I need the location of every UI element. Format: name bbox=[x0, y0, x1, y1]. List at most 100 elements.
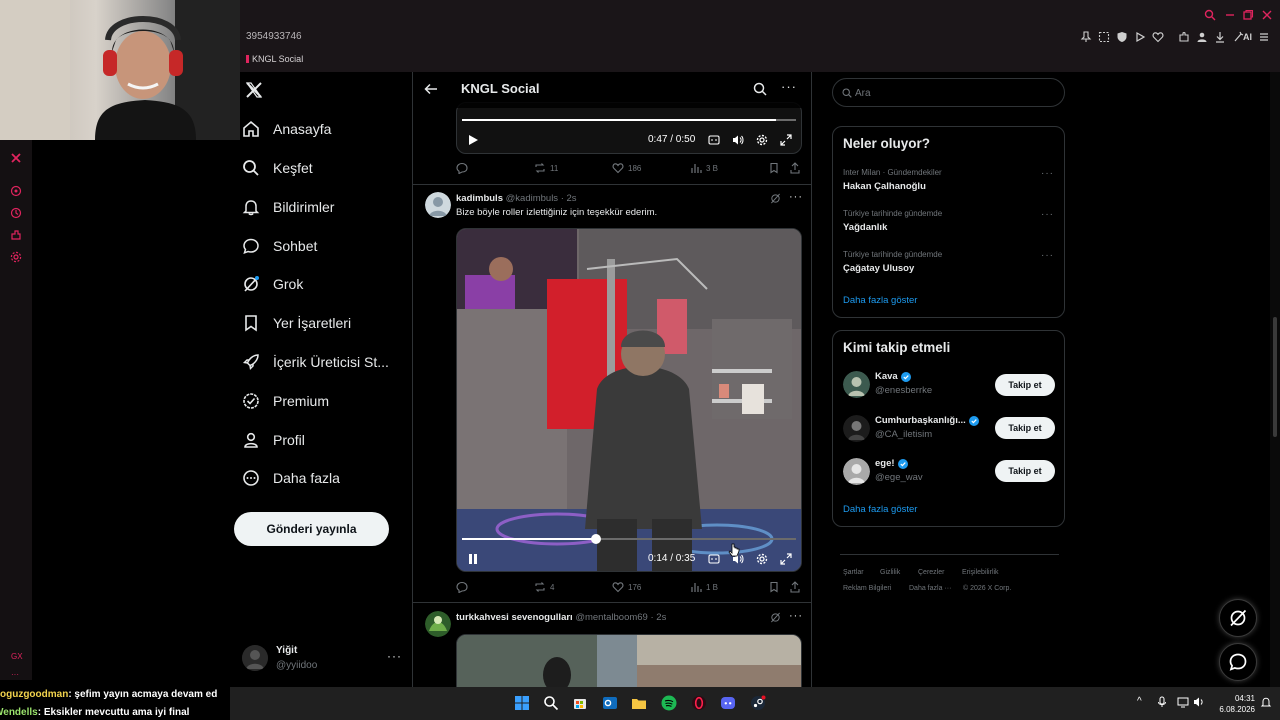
nav-chat[interactable]: Sohbet bbox=[242, 231, 317, 261]
nav-creator-studio[interactable]: İçerik Üreticisi St... bbox=[242, 347, 389, 377]
microphone-icon[interactable] bbox=[1156, 696, 1168, 708]
video-progress[interactable] bbox=[462, 119, 796, 121]
share-icon[interactable] bbox=[789, 162, 801, 174]
footer-link[interactable]: Daha fazla ··· bbox=[909, 585, 951, 592]
search-icon[interactable] bbox=[753, 82, 767, 96]
download-icon[interactable] bbox=[1214, 31, 1226, 43]
nav-home[interactable]: Anasayfa bbox=[242, 114, 331, 144]
follow-button[interactable]: Takip et bbox=[995, 374, 1055, 396]
menu-icon[interactable] bbox=[1258, 31, 1270, 43]
video-progress[interactable] bbox=[462, 538, 796, 540]
footer-link[interactable]: Reklam Bilgileri bbox=[843, 585, 891, 592]
footer-link[interactable]: Gizlilik bbox=[880, 569, 900, 576]
grok-fab-button[interactable] bbox=[1219, 599, 1257, 637]
outlook-icon[interactable] bbox=[602, 695, 618, 711]
avatar[interactable] bbox=[843, 458, 870, 485]
footer-link[interactable]: Çerezler bbox=[918, 569, 944, 576]
more-options-icon[interactable]: ··· bbox=[781, 79, 797, 94]
taskbar-search-icon[interactable] bbox=[543, 695, 559, 711]
nav-notifications[interactable]: Bildirimler bbox=[242, 192, 334, 222]
x-app-icon[interactable] bbox=[10, 152, 22, 164]
clock-date[interactable]: 6.08.2026 bbox=[1205, 705, 1255, 714]
like-button[interactable]: 176 bbox=[612, 581, 641, 593]
page-scrollbar[interactable] bbox=[1270, 72, 1280, 687]
account-more-icon[interactable]: ··· bbox=[387, 649, 402, 663]
notifications-icon[interactable] bbox=[1260, 696, 1272, 708]
who-name[interactable]: Cumhurbaşkanlığı... bbox=[875, 415, 979, 426]
chevron-up-icon[interactable]: ^ bbox=[1137, 696, 1142, 707]
tweet-more-icon[interactable]: ··· bbox=[789, 610, 803, 622]
pin-icon[interactable] bbox=[1080, 31, 1092, 43]
settings-gear-icon[interactable] bbox=[756, 134, 768, 146]
volume-icon[interactable] bbox=[732, 134, 744, 146]
messages-fab-button[interactable] bbox=[1219, 643, 1257, 681]
clock-time[interactable]: 04:31 bbox=[1215, 694, 1255, 703]
x-logo-icon[interactable] bbox=[244, 80, 264, 100]
footer-link[interactable]: Şartlar bbox=[843, 569, 864, 576]
search-field[interactable] bbox=[832, 78, 1065, 107]
bookmark-icon[interactable] bbox=[768, 581, 780, 593]
steam-icon[interactable] bbox=[750, 695, 766, 711]
store-icon[interactable] bbox=[572, 695, 588, 711]
nav-bookmarks[interactable]: Yer İşaretleri bbox=[242, 308, 351, 338]
grok-icon[interactable] bbox=[770, 612, 781, 623]
bookmark-icon[interactable] bbox=[768, 162, 780, 174]
back-arrow-icon[interactable] bbox=[424, 82, 438, 96]
shield-icon[interactable] bbox=[1116, 31, 1128, 43]
play-icon[interactable] bbox=[1134, 31, 1146, 43]
like-button[interactable]: 186 bbox=[612, 162, 641, 174]
heart-icon[interactable] bbox=[1152, 31, 1164, 43]
captions-icon[interactable] bbox=[708, 553, 720, 565]
player-icon[interactable] bbox=[10, 185, 22, 197]
who-name[interactable]: Kava bbox=[875, 371, 911, 382]
trends-show-more-link[interactable]: Daha fazla göster bbox=[843, 295, 917, 306]
rail-more-icon[interactable]: ··· bbox=[11, 670, 19, 679]
reply-button[interactable] bbox=[456, 162, 472, 174]
avatar[interactable] bbox=[843, 371, 870, 398]
tweet-author[interactable]: turkkahvesi sevenogulları @mentalboom69 … bbox=[456, 612, 666, 623]
settings-gear-icon[interactable] bbox=[756, 553, 768, 565]
search-input[interactable] bbox=[855, 85, 1055, 101]
avatar[interactable] bbox=[425, 611, 451, 637]
video-player[interactable]: 0:47 / 0:50 bbox=[456, 102, 802, 154]
play-icon[interactable] bbox=[467, 134, 479, 146]
fullscreen-icon[interactable] bbox=[780, 553, 792, 565]
retweet-button[interactable]: 11 bbox=[534, 162, 558, 174]
video-player[interactable]: 0:14 / 0:35 bbox=[456, 228, 802, 572]
post-button[interactable]: Gönderi yayınla bbox=[234, 512, 389, 546]
gx-label[interactable]: GX bbox=[11, 652, 23, 661]
nav-profile[interactable]: Profil bbox=[242, 425, 305, 455]
trend-more-icon[interactable]: ··· bbox=[1041, 168, 1054, 179]
account-icon[interactable] bbox=[1196, 31, 1208, 43]
extensions-rail-icon[interactable] bbox=[10, 229, 22, 241]
retweet-button[interactable]: 4 bbox=[534, 581, 554, 593]
maximize-icon[interactable] bbox=[1242, 9, 1254, 21]
nav-premium[interactable]: Premium bbox=[242, 386, 329, 416]
close-icon[interactable] bbox=[1261, 9, 1273, 21]
speaker-icon[interactable] bbox=[1193, 696, 1205, 708]
file-explorer-icon[interactable] bbox=[631, 695, 647, 711]
grok-icon[interactable] bbox=[770, 193, 781, 204]
spotify-icon[interactable] bbox=[661, 695, 677, 711]
trend-more-icon[interactable]: ··· bbox=[1041, 209, 1054, 220]
views-button[interactable]: 3 B bbox=[690, 162, 718, 174]
opera-gx-icon[interactable] bbox=[691, 695, 707, 711]
settings-icon[interactable] bbox=[10, 251, 22, 263]
extensions-icon[interactable] bbox=[1178, 31, 1190, 43]
follow-button[interactable]: Takip et bbox=[995, 460, 1055, 482]
video-player[interactable] bbox=[456, 634, 802, 687]
pause-icon[interactable] bbox=[467, 553, 479, 565]
trend-more-icon[interactable]: ··· bbox=[1041, 250, 1054, 261]
address-bar-text[interactable]: 3954933746 bbox=[246, 31, 302, 42]
fullscreen-icon[interactable] bbox=[780, 134, 792, 146]
avatar[interactable] bbox=[425, 192, 451, 218]
avatar[interactable] bbox=[843, 415, 870, 442]
share-icon[interactable] bbox=[789, 581, 801, 593]
account-switcher[interactable]: Yiğit @yyiidoo ··· bbox=[242, 643, 402, 675]
tweet-author[interactable]: kadimbuls @kadimbuls · 2s bbox=[456, 193, 577, 204]
views-button[interactable]: 1 B bbox=[690, 581, 718, 593]
who-name[interactable]: ege! bbox=[875, 458, 908, 469]
reply-button[interactable] bbox=[456, 581, 472, 593]
nav-more[interactable]: Daha fazla bbox=[242, 463, 340, 493]
snapshot-icon[interactable] bbox=[1098, 31, 1110, 43]
